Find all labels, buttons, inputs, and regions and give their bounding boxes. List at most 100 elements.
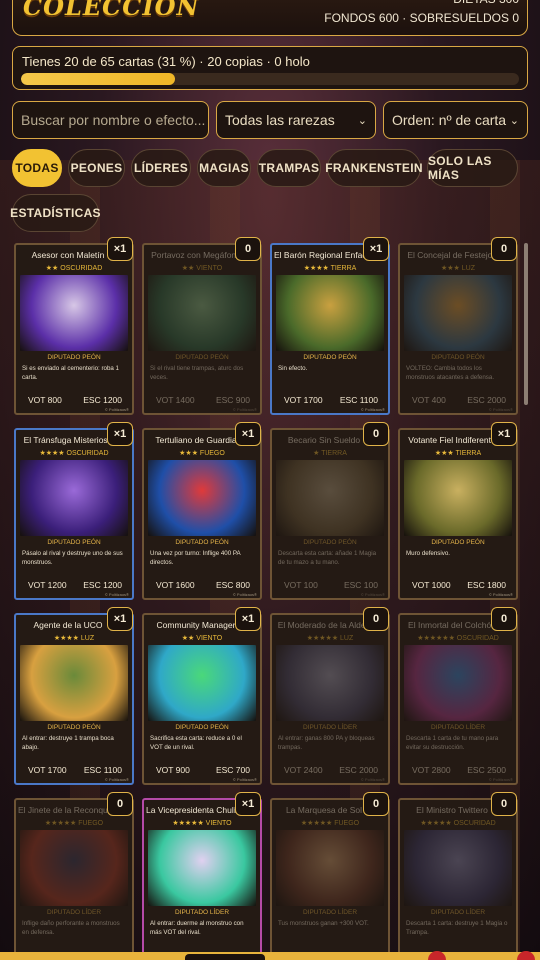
card-artwork: [20, 275, 128, 351]
card-artwork: [148, 275, 256, 351]
filter-magias[interactable]: MAGIAS: [197, 149, 251, 187]
card-face: Tertuliano de Guardia ★★★ FUEGO DIPUTADO P…: [144, 430, 260, 598]
card-type: DIPUTADO LÍDER: [430, 724, 486, 731]
card-type: DIPUTADO LÍDER: [174, 909, 230, 916]
card-watermark: © Politizaos®: [232, 777, 257, 782]
collection-card[interactable]: La Marquesa de Sol ★★★★★ FUEGO DIPUTADO LÍ…: [270, 798, 390, 960]
card-vot: VOT 800: [28, 395, 62, 405]
card-name: Votante Fiel Indiferente: [408, 435, 496, 445]
filter-solo-las-mias[interactable]: SOLO LAS MÍAS: [427, 149, 518, 187]
card-effect: Descarta 1 carta de tu mano para evitar …: [406, 735, 499, 751]
collection-card[interactable]: El Tránsfuga Misterioso ★★★★ OSCURIDAD DIP…: [14, 428, 134, 600]
search-placeholder: Buscar por nombre o efecto...: [21, 112, 206, 128]
card-face: La Vicepresidenta Chulísima ★★★★★ VIENTO D…: [144, 800, 260, 960]
bottom-bar-tab[interactable]: [185, 954, 265, 960]
copies-badge: ×1: [235, 422, 261, 446]
card-effect: Muro defensivo.: [406, 550, 451, 557]
collection-card[interactable]: El Moderado de la Aldea ★★★★★ LUZ DIPUTADO…: [270, 613, 390, 785]
progress-bar: [21, 73, 519, 85]
card-face: La Marquesa de Sol ★★★★★ FUEGO DIPUTADO LÍ…: [272, 800, 388, 960]
scrollbar[interactable]: [524, 243, 528, 405]
filter-peones[interactable]: PEONES: [68, 149, 125, 187]
collection-card[interactable]: El Concejal de Festejos ★★★ LUZ DIPUTADO P…: [398, 243, 518, 415]
rarity-select[interactable]: Todas las rarezas ⌄: [216, 101, 376, 139]
collection-card[interactable]: Becario Sin Sueldo ★ TIERRA DIPUTADO PEÓN D…: [270, 428, 390, 600]
card-type: DIPUTADO PEÓN: [47, 539, 101, 546]
card-effect: Una vez por turno: Inflige 400 PA direct…: [150, 550, 241, 566]
card-watermark: © Politizaos®: [360, 407, 385, 412]
copies-badge: ×1: [235, 607, 261, 631]
card-esc: ESC 100: [343, 580, 378, 590]
filter-frankenstein[interactable]: FRANKENSTEIN: [325, 149, 423, 187]
card-effect: Si el rival tiene trampas, aturc dos vec…: [150, 365, 244, 381]
chevron-down-icon: ⌄: [509, 114, 519, 127]
card-face: El Barón Regional Enfadado ★★★★ TIERRA DIP…: [272, 245, 388, 413]
collection-card[interactable]: Community Manager ★★ VIENTO DIPUTADO PEÓN S…: [142, 613, 262, 785]
card-esc: ESC 2000: [339, 765, 378, 775]
collection-card[interactable]: El Barón Regional Enfadado ★★★★ TIERRA DIP…: [270, 243, 390, 415]
copies-badge: 0: [491, 792, 517, 816]
card-type: DIPUTADO PEÓN: [175, 724, 229, 731]
card-rarity: ★★★★★ FUEGO: [44, 820, 104, 827]
card-rarity: ★★★★★ LUZ: [306, 635, 354, 642]
card-watermark: © Politizaos®: [360, 592, 385, 597]
card-name: Community Manager: [156, 620, 236, 630]
collection-card[interactable]: El Inmortal del Colchón ★★★★★★ OSCURIDAD D…: [398, 613, 518, 785]
card-name: El Ministro Twittero: [416, 805, 488, 815]
card-watermark: © Politizaos®: [104, 592, 129, 597]
card-esc: ESC 2000: [467, 395, 506, 405]
card-vot: VOT 1000: [412, 580, 451, 590]
search-input[interactable]: Buscar por nombre o efecto...: [12, 101, 209, 139]
card-artwork: [404, 830, 512, 906]
card-name: El Concejal de Festejos: [407, 250, 497, 260]
copies-badge: 0: [363, 422, 389, 446]
collection-card[interactable]: Asesor con Maletín ★★ OSCURIDAD DIPUTADO P…: [14, 243, 134, 415]
filter-lideres[interactable]: LÍDERES: [131, 149, 191, 187]
card-vot: VOT 1700: [284, 395, 323, 405]
card-watermark: © Politizaos®: [104, 777, 129, 782]
card-effect: Pásalo al rival y destruye uno de sus mo…: [22, 550, 123, 566]
copies-badge: 0: [491, 607, 517, 631]
currency-stats: DIETAS 300 FONDOS 600 · SOBRESUELDOS 0: [324, 0, 519, 28]
dietas-counter: DIETAS 300: [324, 0, 519, 9]
filter-todas[interactable]: TODAS: [12, 149, 62, 187]
card-vot: VOT 100: [284, 580, 318, 590]
card-rarity: ★★★★★ VIENTO: [172, 820, 232, 827]
collection-card[interactable]: La Vicepresidenta Chulísima ★★★★★ VIENTO D…: [142, 798, 262, 960]
collection-card[interactable]: Agente de la UCO ★★★★ LUZ DIPUTADO PEÓN Al …: [14, 613, 134, 785]
filter-trampas[interactable]: TRAMPAS: [257, 149, 321, 187]
progress-bar-fill: [21, 73, 176, 85]
card-rarity: ★★★★★ OSCURIDAD: [420, 820, 496, 827]
card-face: Becario Sin Sueldo ★ TIERRA DIPUTADO PEÓN D…: [272, 430, 388, 598]
card-esc: ESC 2500: [467, 765, 506, 775]
card-name: La Vicepresidenta Chulísima: [146, 805, 246, 815]
card-watermark: © Politizaos®: [488, 407, 513, 412]
card-type: DIPUTADO PEÓN: [47, 724, 101, 731]
copies-badge: 0: [363, 607, 389, 631]
copies-badge: ×1: [107, 422, 133, 446]
collection-card[interactable]: Portavoz con Megáfono ★★ VIENTO DIPUTADO P…: [142, 243, 262, 415]
card-rarity: ★★★★ LUZ: [53, 635, 95, 642]
collection-card[interactable]: El Ministro Twittero ★★★★★ OSCURIDAD DIPUT…: [398, 798, 518, 960]
order-select[interactable]: Orden: nº de carta ⌄: [383, 101, 528, 139]
copies-badge: ×1: [363, 237, 389, 261]
collection-header: COLECCIÓN DIETAS 300 FONDOS 600 · SOBRES…: [12, 0, 528, 36]
card-effect: Descarta esta carta: añade 1 Magia de tu…: [278, 550, 377, 566]
collection-card[interactable]: Tertuliano de Guardia ★★★ FUEGO DIPUTADO P…: [142, 428, 262, 600]
copies-badge: 0: [235, 237, 261, 261]
card-effect: Al entrar: destruye 1 trampa boca abajo.: [22, 735, 114, 751]
collection-card[interactable]: El Jinete de la Reconquista ★★★★★ FUEGO DI…: [14, 798, 134, 960]
card-rarity: ★★★★★ FUEGO: [300, 820, 360, 827]
card-artwork: [20, 830, 128, 906]
card-watermark: © Politizaos®: [232, 407, 257, 412]
filter-label: ESTADÍSTICAS: [10, 206, 101, 220]
card-face: Community Manager ★★ VIENTO DIPUTADO PEÓN S…: [144, 615, 260, 783]
card-rarity: ★★★★ TIERRA: [303, 265, 357, 272]
filter-estadisticas[interactable]: ESTADÍSTICAS: [10, 194, 101, 232]
card-vot: VOT 1700: [28, 765, 67, 775]
card-vot: VOT 400: [412, 395, 446, 405]
card-face: El Jinete de la Reconquista ★★★★★ FUEGO DI…: [16, 800, 132, 960]
card-name: La Marquesa de Sol: [285, 805, 363, 815]
collection-card[interactable]: Votante Fiel Indiferente ★★★ TIERRA DIPUTA…: [398, 428, 518, 600]
card-effect: Al entrar: ganas 800 PA y bloqueas tramp…: [278, 735, 375, 751]
